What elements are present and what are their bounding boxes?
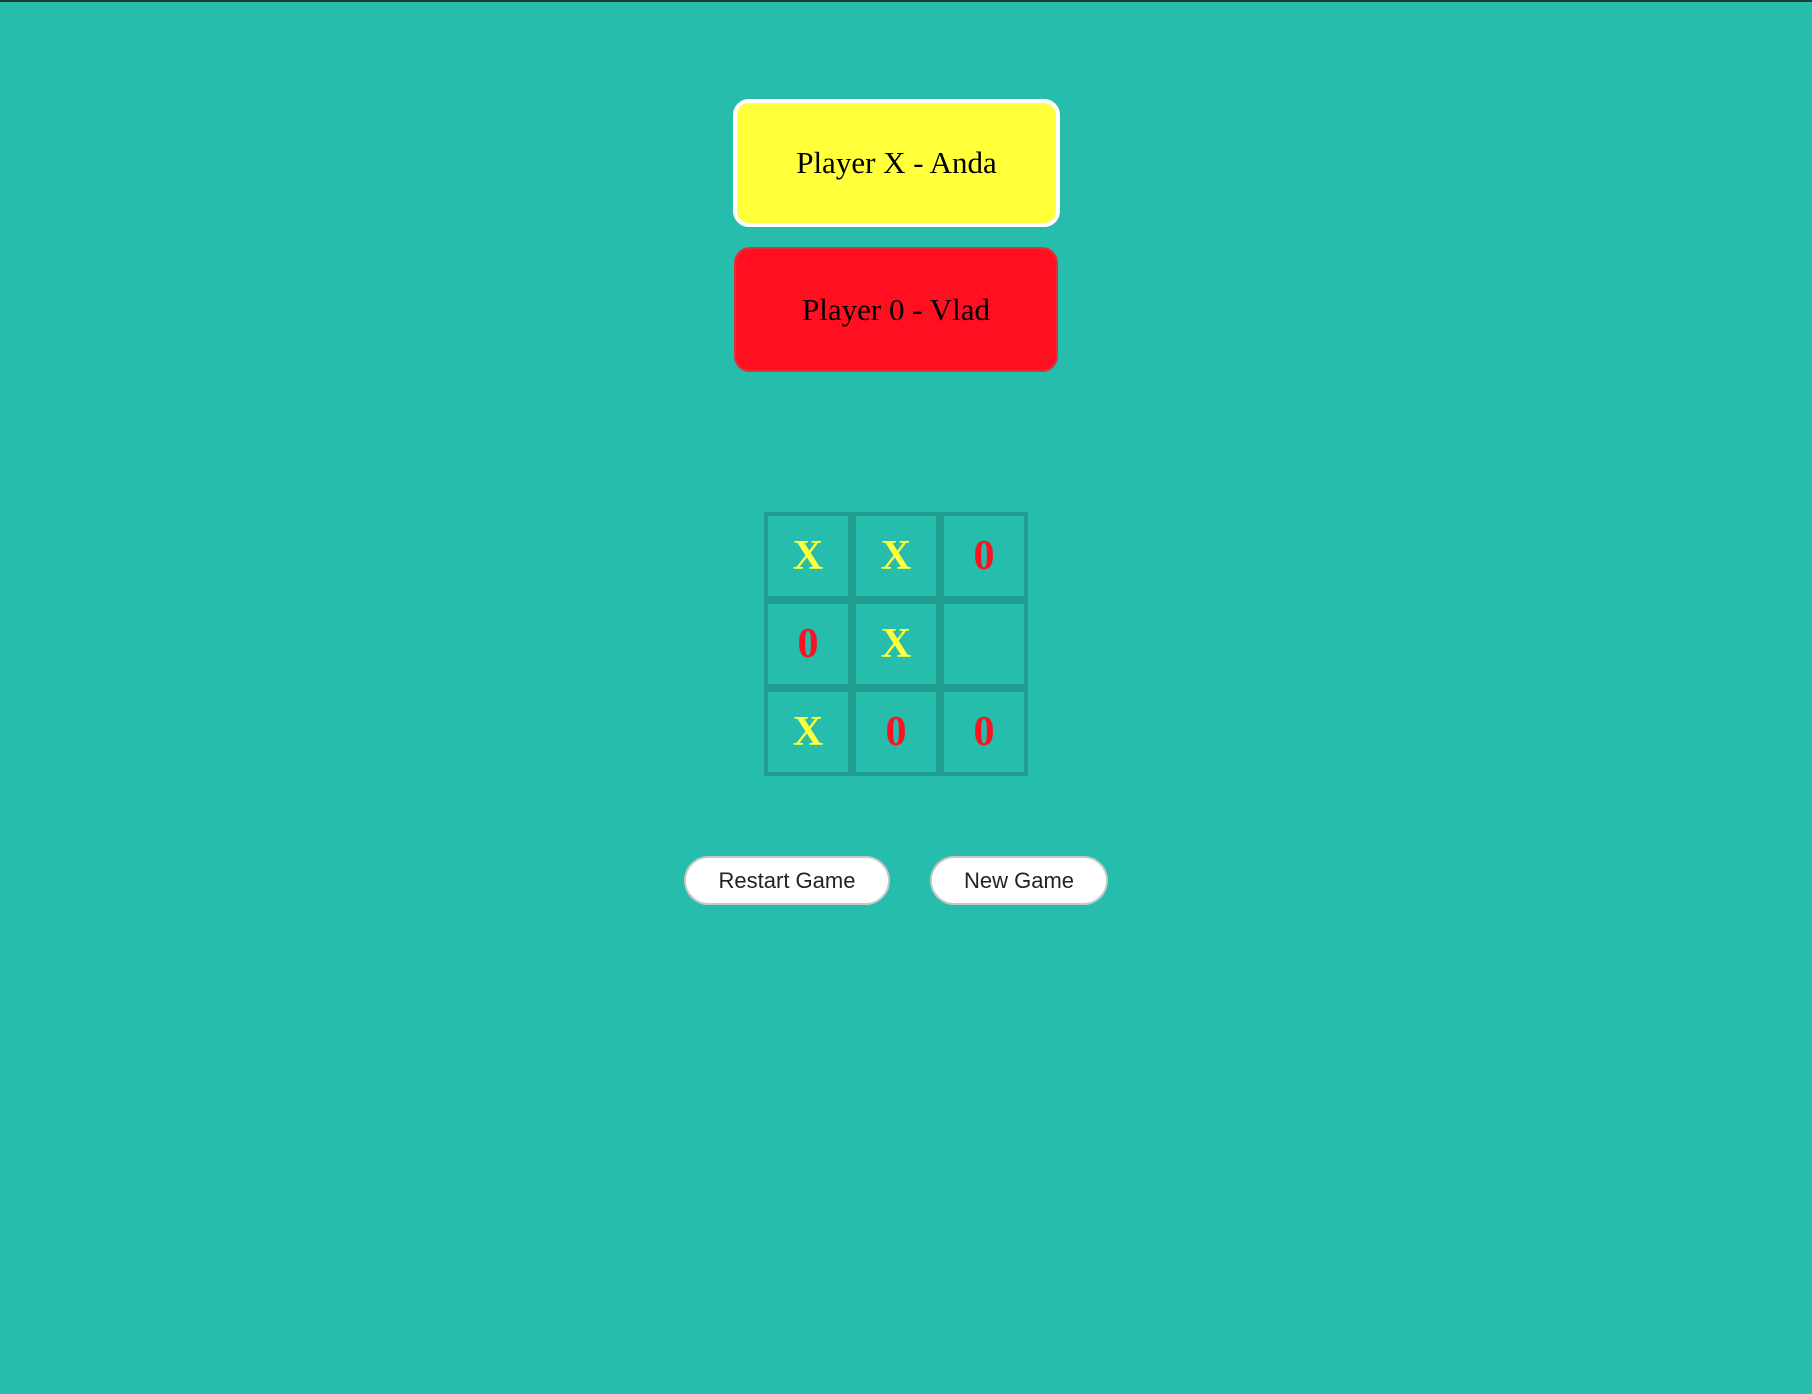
board-cell[interactable]: X	[852, 600, 940, 688]
board-cell[interactable]: 0	[940, 688, 1028, 776]
board-cell[interactable]: X	[764, 688, 852, 776]
board-cell[interactable]: 0	[852, 688, 940, 776]
board-cell[interactable]	[940, 600, 1028, 688]
board-cell[interactable]: 0	[940, 512, 1028, 600]
board-cell[interactable]: 0	[764, 600, 852, 688]
board-cell[interactable]: X	[764, 512, 852, 600]
player-x-card: Player X - Anda	[733, 99, 1060, 227]
restart-game-button[interactable]: Restart Game	[684, 856, 890, 905]
new-game-button[interactable]: New Game	[930, 856, 1108, 905]
player-o-card: Player 0 - Vlad	[734, 247, 1058, 372]
board-cell[interactable]: X	[852, 512, 940, 600]
game-board: X X 0 0 X X 0 0	[764, 512, 1028, 776]
